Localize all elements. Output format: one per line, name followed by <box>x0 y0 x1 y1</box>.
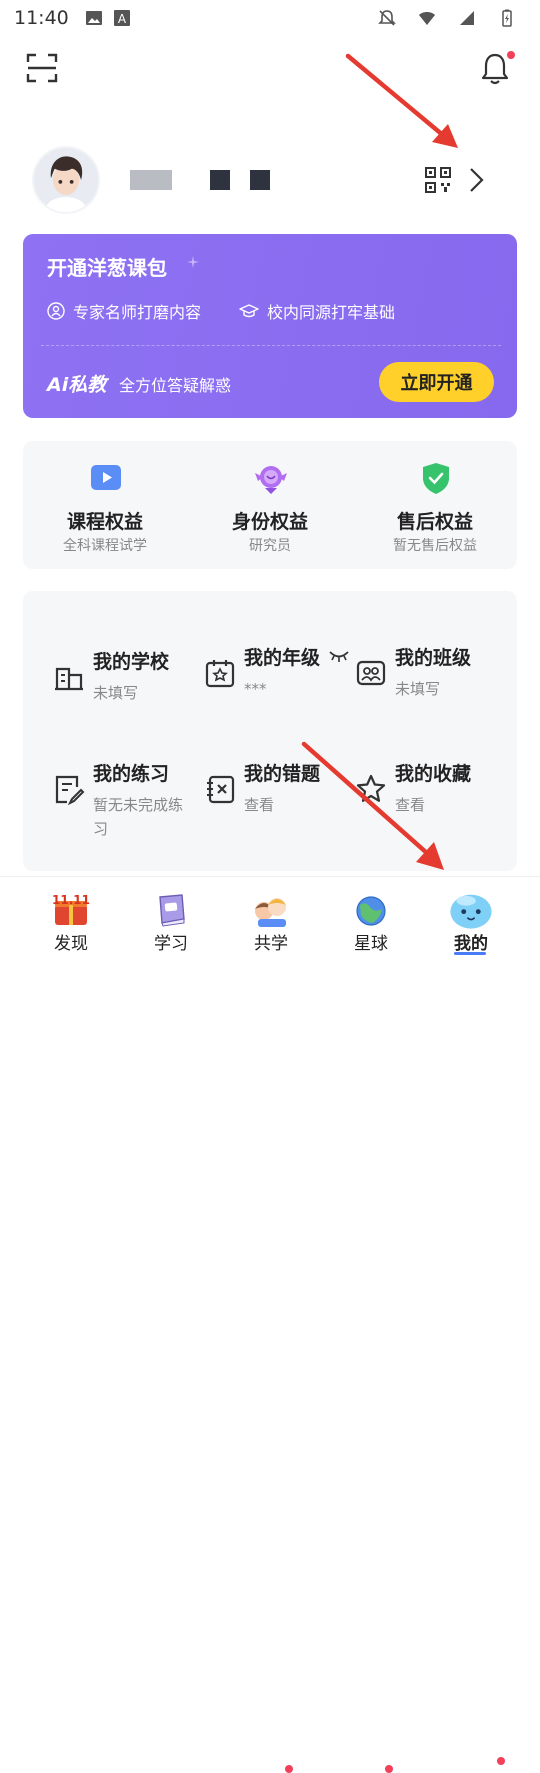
notification-dot <box>507 51 515 59</box>
open-now-button[interactable]: 立即开通 <box>379 362 494 402</box>
status-time: 11:40 <box>14 7 69 29</box>
entry-title: 我的收藏 <box>395 763 472 785</box>
benefit-subtitle: 全科课程试学 <box>63 538 147 554</box>
active-tab-indicator <box>454 952 486 955</box>
course-package-card[interactable]: 开通洋葱课包 专家名师打磨内容 校内同源打牢基础 Ai私教 全方位答疑解惑 立即… <box>23 234 517 418</box>
signal-icon <box>460 11 474 25</box>
entry-value: 查看 <box>395 796 426 814</box>
tab-co-study[interactable]: 共学 <box>221 877 321 961</box>
tab-label: 我的 <box>454 934 488 954</box>
promo-feature-1: 专家名师打磨内容 <box>47 299 201 323</box>
qr-code-icon[interactable] <box>424 166 452 194</box>
entry-value: 未填写 <box>395 680 441 698</box>
identity-benefits[interactable]: 身份权益 研究员 <box>188 441 352 569</box>
entry-title: 我的年级 <box>244 647 321 669</box>
benefit-subtitle: 研究员 <box>249 538 291 554</box>
tab-planet[interactable]: 星球 <box>321 877 421 961</box>
expert-icon <box>47 302 65 320</box>
discover-1111-icon: 11.11 <box>52 893 90 925</box>
entry-title: 我的学校 <box>93 651 170 673</box>
entry-title: 我的班级 <box>395 647 472 669</box>
mine-blob-icon <box>450 894 492 929</box>
my-mistakes[interactable]: 我的错题 查看 <box>204 759 364 869</box>
tab-mine[interactable]: 我的 <box>421 877 521 961</box>
co-study-kids-icon <box>255 898 286 927</box>
grade-icon <box>205 660 235 688</box>
practice-icon <box>55 775 85 805</box>
my-grade[interactable]: 我的年级 *** <box>204 643 364 753</box>
benefit-title: 售后权益 <box>396 511 473 533</box>
tab-discover[interactable]: 11.11 发现 <box>21 877 121 961</box>
promo-feature-2: 校内同源打牢基础 <box>239 299 395 323</box>
graduation-cap-icon <box>239 304 259 318</box>
eye-closed-icon[interactable] <box>328 649 350 663</box>
ai-tutor-description: 全方位答疑解惑 <box>119 376 232 395</box>
entry-value: 暂无未完成练习 <box>93 796 184 838</box>
chevron-right-icon[interactable] <box>466 166 486 194</box>
after-sales-benefits[interactable]: 售后权益 暂无售后权益 <box>353 441 517 569</box>
entry-value: *** <box>244 680 267 698</box>
tab-co-study-dot <box>285 1765 293 1773</box>
badge-icon <box>255 466 287 494</box>
play-icon <box>91 465 121 490</box>
scan-icon[interactable] <box>26 52 58 84</box>
avatar[interactable] <box>32 146 100 214</box>
battery-icon <box>502 9 512 27</box>
entry-value: 查看 <box>244 796 275 814</box>
my-class[interactable]: 我的班级 未填写 <box>355 643 515 753</box>
entry-value: 未填写 <box>93 684 139 702</box>
mute-icon <box>378 10 396 26</box>
my-favorites[interactable]: 我的收藏 查看 <box>355 759 515 869</box>
star-icon <box>356 774 386 802</box>
annotation-arrow-top <box>345 53 458 148</box>
masked-username <box>130 170 270 190</box>
svg-text:11.11: 11.11 <box>52 893 90 907</box>
ai-tutor-logo: Ai私教 <box>47 374 107 396</box>
status-bar: 11:40 A <box>0 0 540 36</box>
font-icon: A <box>113 10 130 26</box>
promo-title: 开通洋葱课包 <box>47 256 167 280</box>
profile-entries-panel: 我的学校 未填写 我的年级 *** 我的班级 未填写 我的练习 暂无未完成练习 … <box>23 591 517 871</box>
study-book-icon <box>159 894 185 927</box>
tab-mine-dot <box>497 1757 505 1765</box>
tab-label: 发现 <box>54 934 88 954</box>
mistakes-icon <box>207 775 235 804</box>
promo-feature-1-label: 专家名师打磨内容 <box>73 303 202 322</box>
my-school[interactable]: 我的学校 未填写 <box>53 647 213 757</box>
profile-row[interactable] <box>32 146 512 216</box>
sparkle-icon <box>187 256 199 268</box>
tab-label: 学习 <box>154 934 188 954</box>
planet-icon <box>356 896 386 926</box>
bottom-tab-bar: 11.11 发现 学习 共学 星球 我的 <box>0 876 540 1773</box>
gallery-icon <box>85 11 102 25</box>
svg-text:A: A <box>118 12 127 26</box>
entry-title: 我的练习 <box>93 763 170 785</box>
entry-title: 我的错题 <box>244 763 321 785</box>
wifi-icon <box>419 12 435 25</box>
my-practice[interactable]: 我的练习 暂无未完成练习 <box>53 759 213 869</box>
tab-planet-dot <box>385 1765 393 1773</box>
benefit-title: 课程权益 <box>66 511 143 533</box>
course-benefits[interactable]: 课程权益 全科课程试学 <box>23 441 187 569</box>
benefit-title: 身份权益 <box>231 511 308 533</box>
promo-feature-2-label: 校内同源打牢基础 <box>267 303 396 322</box>
promo-divider <box>41 345 501 346</box>
school-icon <box>55 667 83 691</box>
benefits-panel: 课程权益 全科课程试学 身份权益 研究员 售后权益 暂无售后权益 <box>23 441 517 569</box>
tab-label: 共学 <box>254 934 288 954</box>
shield-check-icon <box>423 463 449 494</box>
benefit-subtitle: 暂无售后权益 <box>393 538 477 554</box>
class-icon <box>356 660 386 686</box>
avatar-image <box>34 148 98 212</box>
tab-study[interactable]: 学习 <box>121 877 221 961</box>
tab-label: 星球 <box>354 934 388 954</box>
